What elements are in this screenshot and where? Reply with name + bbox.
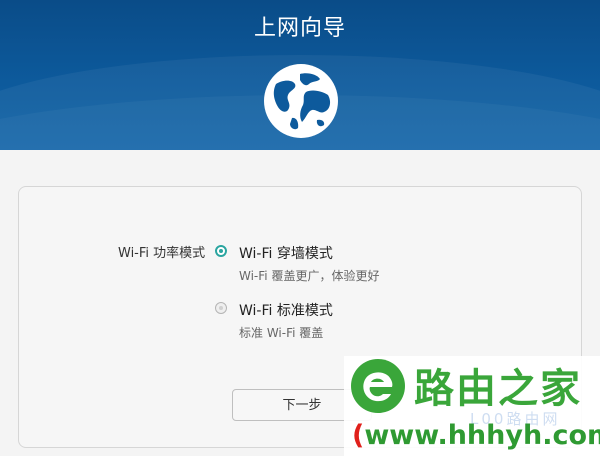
standard-mode-radio[interactable] <box>215 302 227 314</box>
wifi-power-mode-label: Wi-Fi 功率模式 <box>118 246 206 261</box>
globe-icon <box>264 64 338 138</box>
watermark-url-open: ( <box>352 420 365 451</box>
wall-penetration-mode-description: Wi-Fi 覆盖更广，体验更好 <box>239 269 380 283</box>
standard-mode-title[interactable]: Wi-Fi 标准模式 <box>239 300 333 320</box>
watermark-url: (www.hhhyh.com) <box>352 420 600 451</box>
watermark-logo-icon <box>351 359 405 413</box>
wall-penetration-mode-title[interactable]: Wi-Fi 穿墙模式 <box>239 243 333 263</box>
watermark-brand-name: 路由之家 <box>414 366 582 412</box>
watermark-url-main: www.hhhyh.com <box>364 420 600 451</box>
page-title: 上网向导 <box>253 16 346 41</box>
standard-mode-description: 标准 Wi-Fi 覆盖 <box>239 326 324 340</box>
wall-penetration-mode-radio[interactable] <box>215 245 227 257</box>
